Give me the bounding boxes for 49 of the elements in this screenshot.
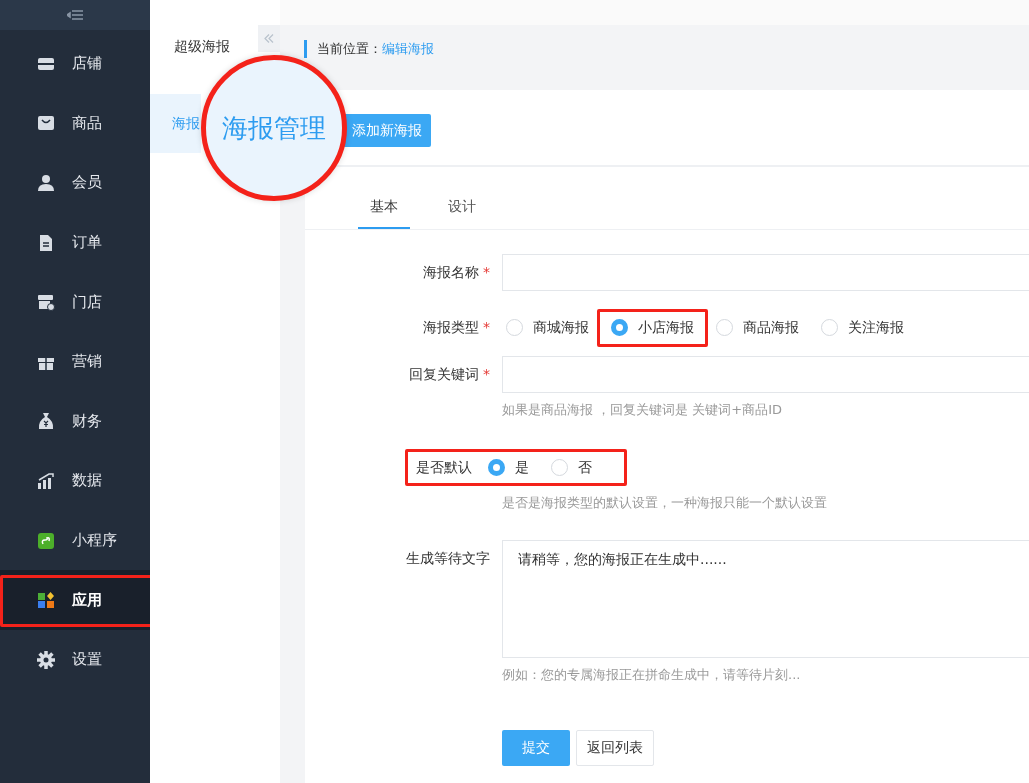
input-field[interactable] <box>502 356 1029 393</box>
sidebar-item[interactable]: 小程序 <box>0 510 150 571</box>
radio-label: 商品海报 <box>743 318 799 337</box>
settings-icon <box>37 650 55 669</box>
double-chevron-icon <box>264 34 274 43</box>
required-mark: * <box>483 365 490 382</box>
chart-icon <box>37 471 55 490</box>
sidebar-item[interactable]: 营销 <box>0 331 150 392</box>
field-label: 生成等待文字 <box>406 550 490 566</box>
mini-icon <box>37 531 55 550</box>
required-mark: * <box>483 318 490 335</box>
sidebar-item[interactable]: 店铺 <box>0 34 150 94</box>
help-text: 如果是商品海报 ，回复关键词是 关键词+商品ID <box>502 401 783 419</box>
radio-label: 关注海报 <box>848 318 904 337</box>
field-label: 海报名称 <box>423 263 479 280</box>
radio-label: 小店海报 <box>638 318 694 337</box>
field-label: 是否默认 <box>416 458 472 475</box>
sidebar-item[interactable]: 门店 <box>0 272 150 332</box>
money-icon <box>37 412 55 431</box>
collapse-menu-icon[interactable] <box>67 10 83 20</box>
radio-label: 商城海报 <box>533 318 589 337</box>
back-button[interactable]: 返回列表 <box>576 730 654 766</box>
help-text: 例如：您的专属海报正在拼命生成中，请等待片刻... <box>502 666 802 684</box>
field-label: 回复关键词 <box>409 365 479 382</box>
text-area[interactable]: 请稍等，您的海报正在生成中...... <box>502 540 1029 658</box>
bag-icon <box>37 114 55 133</box>
sidebar-item[interactable]: 财务 <box>0 391 150 452</box>
radio-button[interactable] <box>488 459 505 476</box>
app-grid-icon <box>37 591 55 610</box>
sidebar-item[interactable]: 设置 <box>0 629 150 690</box>
field-label: 海报类型 <box>423 318 479 335</box>
shop-icon <box>37 293 55 312</box>
collapse-button[interactable] <box>258 25 280 52</box>
input-field[interactable] <box>502 254 1029 291</box>
person-icon <box>37 174 55 192</box>
radio-label: 否 <box>578 458 592 477</box>
tab[interactable]: 基本 <box>358 167 410 229</box>
sidebar-item[interactable]: 会员 <box>0 153 150 213</box>
radio-label: 是 <box>515 458 529 477</box>
sidebar-item[interactable]: 数据 <box>0 451 150 511</box>
required-mark: * <box>483 263 490 280</box>
sidebar-item[interactable]: 商品 <box>0 93 150 154</box>
doc-icon <box>37 233 55 252</box>
sidebar-item[interactable]: 应用 <box>0 570 150 630</box>
sidebar-item[interactable]: 订单 <box>0 212 150 273</box>
radio-button[interactable] <box>611 319 628 336</box>
submenu-title: 超级海报 <box>174 38 231 56</box>
breadcrumb-label: 当前位置： <box>304 40 382 58</box>
tab[interactable]: 设计 <box>436 167 488 229</box>
